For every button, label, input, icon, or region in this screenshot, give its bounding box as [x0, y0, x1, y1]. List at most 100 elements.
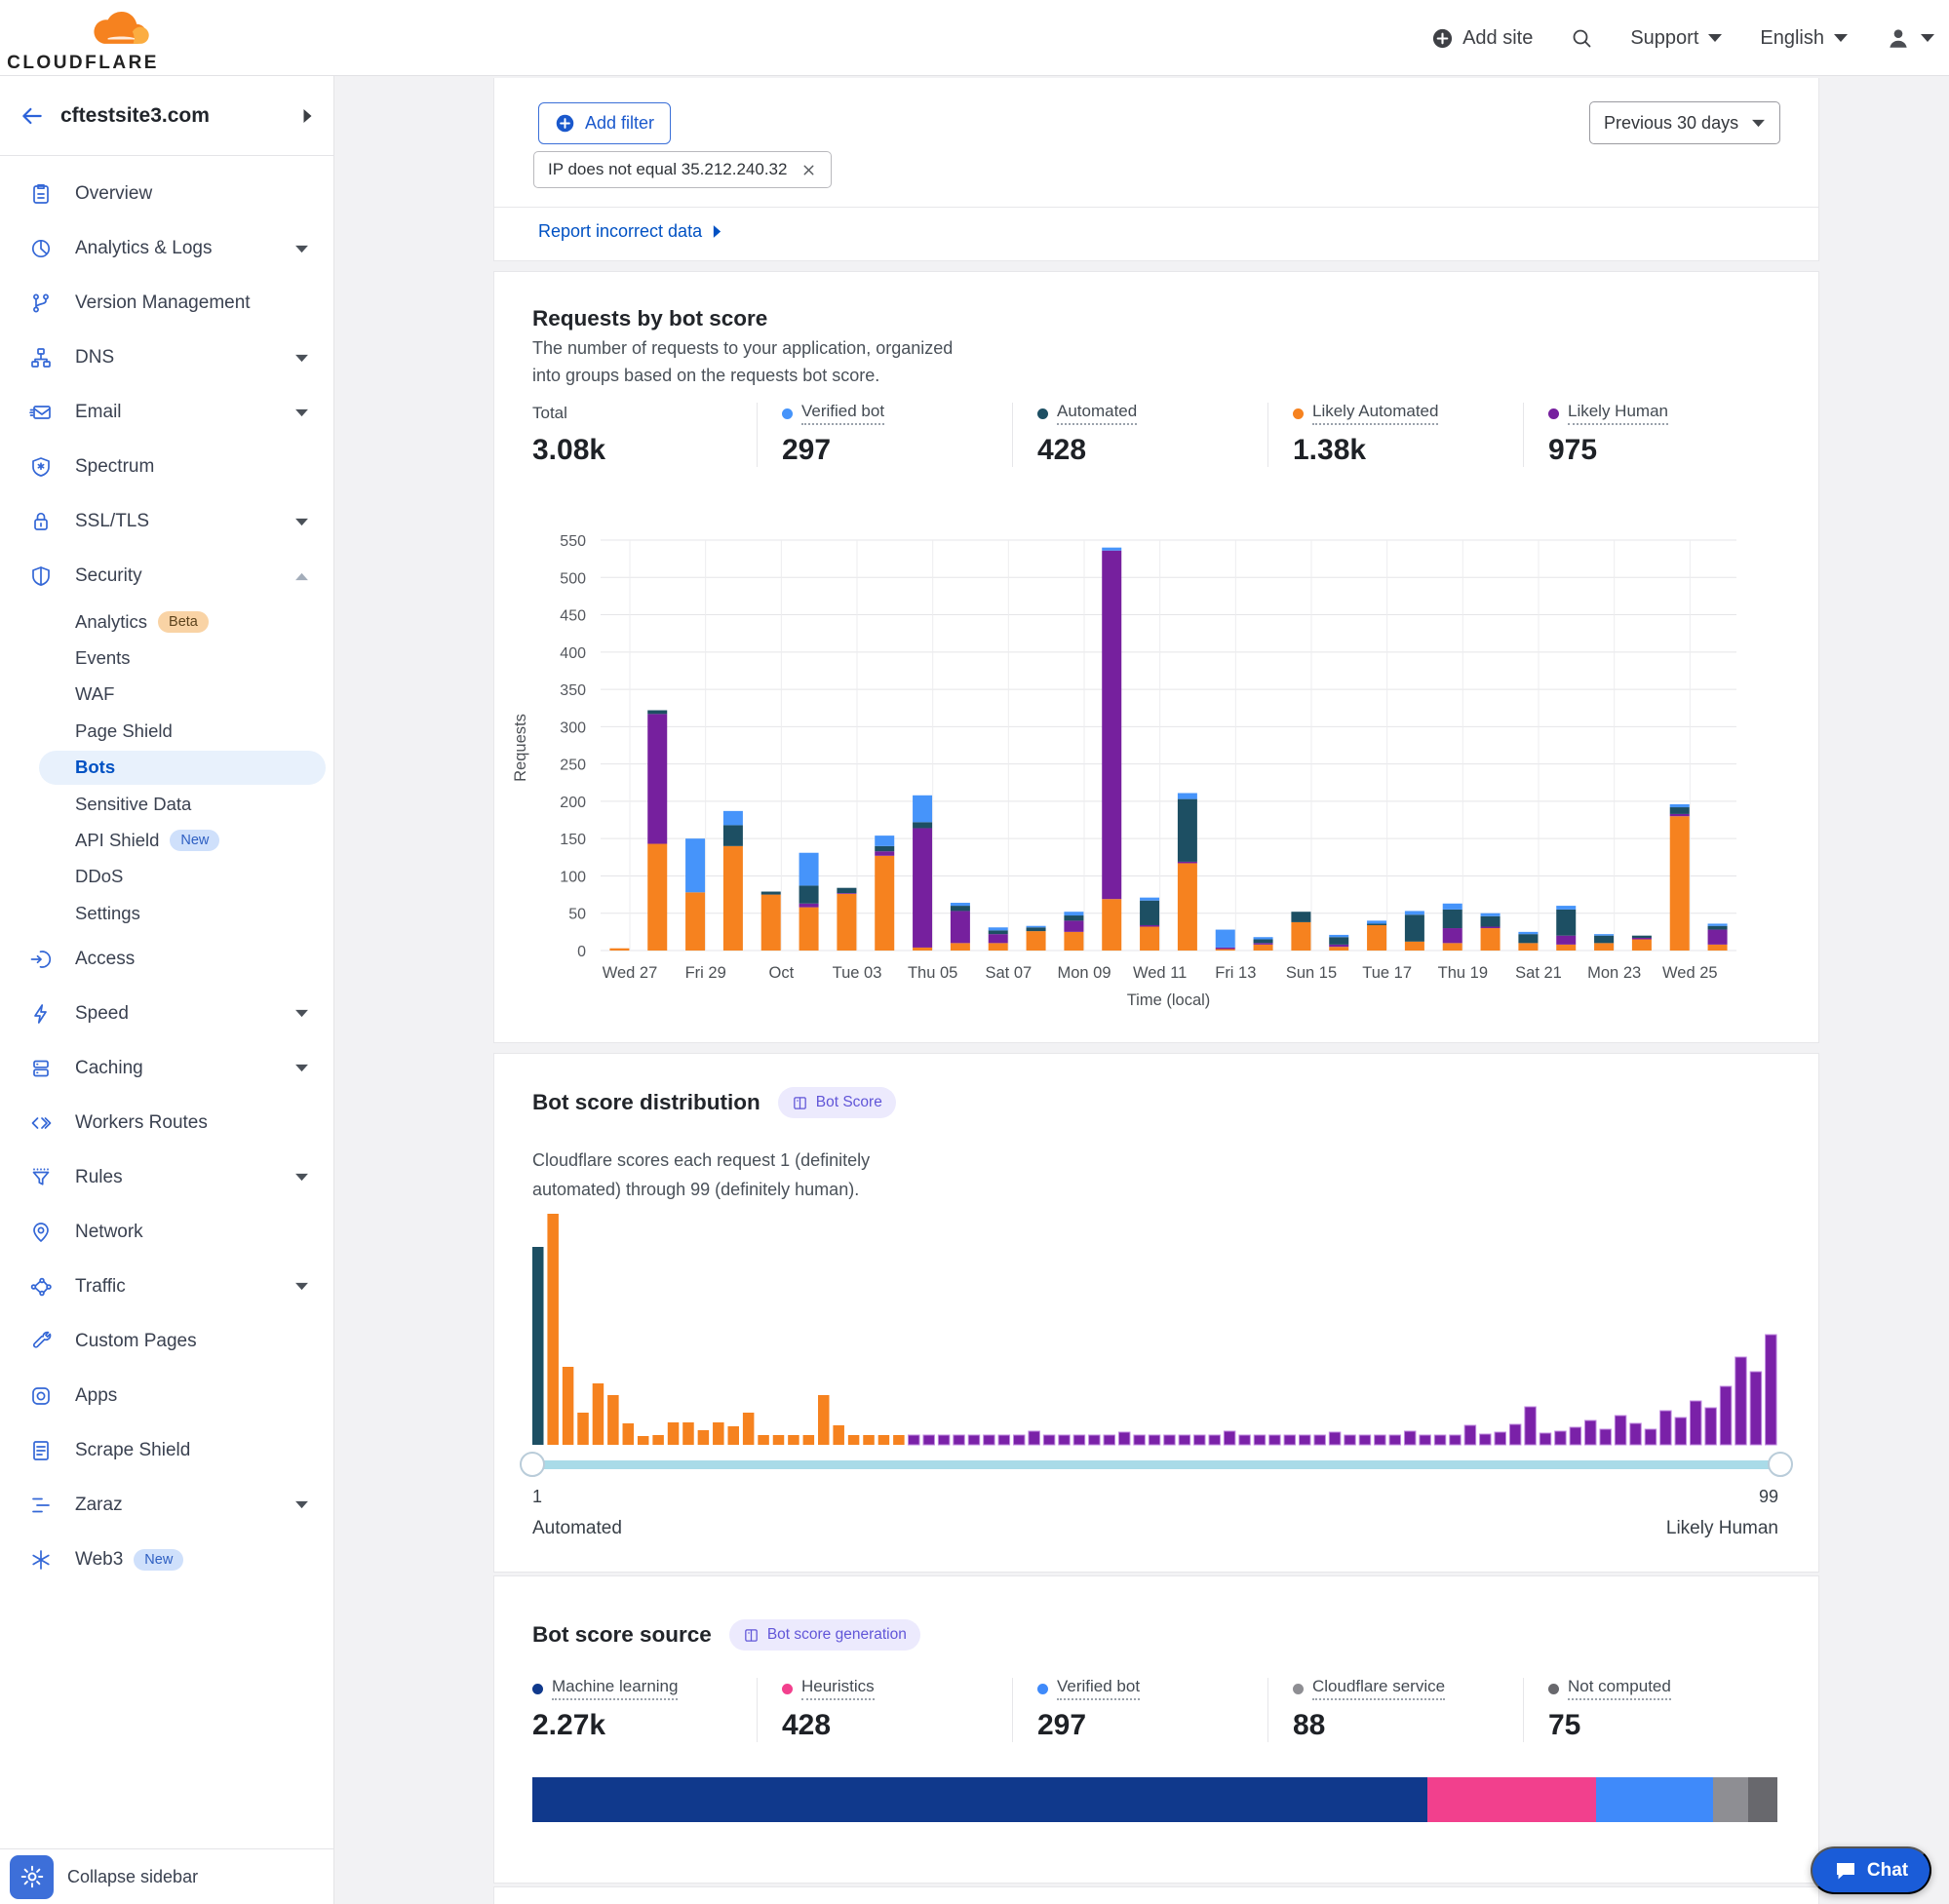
- sidebar-item-caching[interactable]: Caching: [0, 1041, 333, 1096]
- sidebar-item-events[interactable]: Events: [0, 640, 333, 676]
- settings-gear-button[interactable]: [10, 1855, 54, 1899]
- y-tick-label: 500: [560, 570, 586, 587]
- distribution-histogram[interactable]: [494, 1200, 1820, 1463]
- sidebar-item-sensitive-data[interactable]: Sensitive Data: [0, 786, 333, 822]
- bot-score-badge[interactable]: Bot Score: [778, 1087, 896, 1118]
- sidebar-item-apps[interactable]: Apps: [0, 1369, 333, 1423]
- bar-segment-automated: [1481, 916, 1501, 927]
- bar-segment-automated: [799, 885, 819, 903]
- sidebar-item-ddos[interactable]: DDoS: [0, 859, 333, 895]
- stat-verified-bot: Verified bot297: [1012, 1678, 1267, 1742]
- sidebar-item-security[interactable]: Security: [0, 549, 333, 603]
- hist-bar-likely-human: [1690, 1401, 1701, 1445]
- bot-score-generation-badge[interactable]: Bot score generation: [729, 1619, 920, 1651]
- slider-handle-max[interactable]: [1768, 1452, 1793, 1477]
- sidebar-item-api-shield[interactable]: API ShieldNew: [0, 822, 333, 858]
- bar-segment-likely-automated: [989, 943, 1008, 951]
- stat-value: 428: [1037, 434, 1267, 467]
- stat-name[interactable]: Likely Automated: [1312, 402, 1438, 425]
- stat-name[interactable]: Heuristics: [801, 1677, 875, 1700]
- chat-button[interactable]: Chat: [1811, 1846, 1931, 1894]
- sidebar-item-overview[interactable]: Overview: [0, 167, 333, 221]
- sidebar-item-speed[interactable]: Speed: [0, 987, 333, 1041]
- new-badge: New: [134, 1549, 183, 1571]
- slider-min-value: 1: [532, 1487, 542, 1507]
- sidebar-item-bots[interactable]: Bots: [0, 750, 333, 786]
- sidebar-item-label: Caching: [75, 1058, 143, 1079]
- collapse-sidebar[interactable]: Collapse sidebar: [67, 1867, 198, 1887]
- sidebar-item-settings[interactable]: Settings: [0, 895, 333, 931]
- bar-segment-likely-human: [837, 893, 856, 894]
- bar-segment-automated: [1632, 936, 1652, 938]
- bar-segment-verified-bot: [1329, 935, 1348, 937]
- stat-name[interactable]: Machine learning: [552, 1677, 678, 1700]
- sidebar-item-email[interactable]: Email: [0, 385, 333, 440]
- sidebar-footer: Collapse sidebar: [0, 1848, 333, 1904]
- stat-name[interactable]: Automated: [1057, 402, 1137, 425]
- filter-chip[interactable]: IP does not equal 35.212.240.32: [533, 151, 832, 188]
- search-button[interactable]: [1570, 26, 1593, 50]
- sidebar-item-custom-pages[interactable]: Custom Pages: [0, 1314, 333, 1369]
- add-filter-button[interactable]: Add filter: [538, 102, 671, 144]
- chevron-down-icon: [1920, 32, 1935, 44]
- account-menu[interactable]: [1886, 25, 1935, 51]
- hist-bar-likely-human: [1013, 1435, 1025, 1445]
- sidebar-item-label: Speed: [75, 1003, 129, 1025]
- y-tick-label: 400: [560, 645, 586, 662]
- cloudflare-logo[interactable]: CLOUDFLARE: [18, 4, 159, 74]
- bar-segment-verified-bot: [1556, 906, 1576, 910]
- bar-segment-automated: [723, 825, 743, 845]
- hist-bar-likely-human: [1389, 1435, 1401, 1445]
- stat-name[interactable]: Not computed: [1568, 1677, 1671, 1700]
- stat-verified-bot: Verified bot297: [757, 403, 1012, 467]
- stat-automated: Automated 428: [1012, 403, 1267, 467]
- stat-name[interactable]: Likely Human: [1568, 402, 1668, 425]
- sidebar-item-access[interactable]: Access: [0, 932, 333, 987]
- sidebar-item-page-shield[interactable]: Page Shield: [0, 713, 333, 749]
- date-range-dropdown[interactable]: Previous 30 days: [1589, 101, 1780, 144]
- x-tick-label: Oct: [768, 964, 794, 982]
- back-arrow-icon[interactable]: [19, 103, 45, 129]
- sidebar-item-scrape-shield[interactable]: Scrape Shield: [0, 1423, 333, 1478]
- sidebar-item-label: Network: [75, 1222, 143, 1243]
- stat-name[interactable]: Verified bot: [801, 402, 884, 425]
- sidebar-item-ssl-tls[interactable]: SSL/TLS: [0, 494, 333, 549]
- source-stacked-bar[interactable]: [532, 1777, 1777, 1822]
- sidebar-item-dns[interactable]: DNS: [0, 330, 333, 385]
- chevron-right-icon[interactable]: [301, 108, 314, 124]
- stat-value: 1.38k: [1293, 434, 1523, 467]
- sidebar-item-zaraz[interactable]: Zaraz: [0, 1478, 333, 1533]
- requests-chart[interactable]: 050100150200250300350400450500550Wed 27F…: [494, 516, 1820, 1013]
- sidebar-item-web3[interactable]: Web3New: [0, 1533, 333, 1587]
- sidebar-item-workers-routes[interactable]: Workers Routes: [0, 1096, 333, 1150]
- hist-bar-likely-automated: [652, 1435, 664, 1445]
- sidebar-item-network[interactable]: Network: [0, 1205, 333, 1260]
- stat-machine-learning: Machine learning2.27k: [532, 1678, 757, 1742]
- stat-name[interactable]: Verified bot: [1057, 1677, 1140, 1700]
- report-incorrect-data-link[interactable]: Report incorrect data: [538, 221, 722, 242]
- sidebar-item-label: Traffic: [75, 1276, 126, 1298]
- chevron-up-icon: [294, 571, 309, 582]
- sidebar-nav: OverviewAnalytics & LogsVersion Manageme…: [0, 156, 333, 1587]
- sidebar-item-version-management[interactable]: Version Management: [0, 276, 333, 330]
- add-site-button[interactable]: Add site: [1431, 27, 1533, 50]
- bar-segment-automated: [1140, 901, 1159, 925]
- x-tick-label: Wed 25: [1662, 964, 1718, 982]
- sidebar-item-analytics[interactable]: AnalyticsBeta: [0, 603, 333, 640]
- support-menu[interactable]: Support: [1630, 27, 1723, 50]
- sidebar-item-traffic[interactable]: Traffic: [0, 1260, 333, 1314]
- slider-handle-min[interactable]: [520, 1452, 545, 1477]
- sidebar-item-spectrum[interactable]: Spectrum: [0, 440, 333, 494]
- sidebar-item-analytics-logs[interactable]: Analytics & Logs: [0, 221, 333, 276]
- site-selector[interactable]: cftestsite3.com: [0, 76, 333, 156]
- close-icon[interactable]: [800, 162, 817, 178]
- hist-bar-likely-human: [1239, 1435, 1251, 1445]
- stat-name[interactable]: Cloudflare service: [1312, 1677, 1445, 1700]
- hist-bar-likely-human: [1345, 1435, 1356, 1445]
- hist-bar-automated: [532, 1247, 544, 1445]
- sidebar-item-waf[interactable]: WAF: [0, 677, 333, 713]
- sidebar-item-label: Custom Pages: [75, 1331, 197, 1352]
- language-menu[interactable]: English: [1760, 27, 1849, 50]
- site-name: cftestsite3.com: [60, 104, 210, 128]
- sidebar-item-rules[interactable]: Rules: [0, 1150, 333, 1205]
